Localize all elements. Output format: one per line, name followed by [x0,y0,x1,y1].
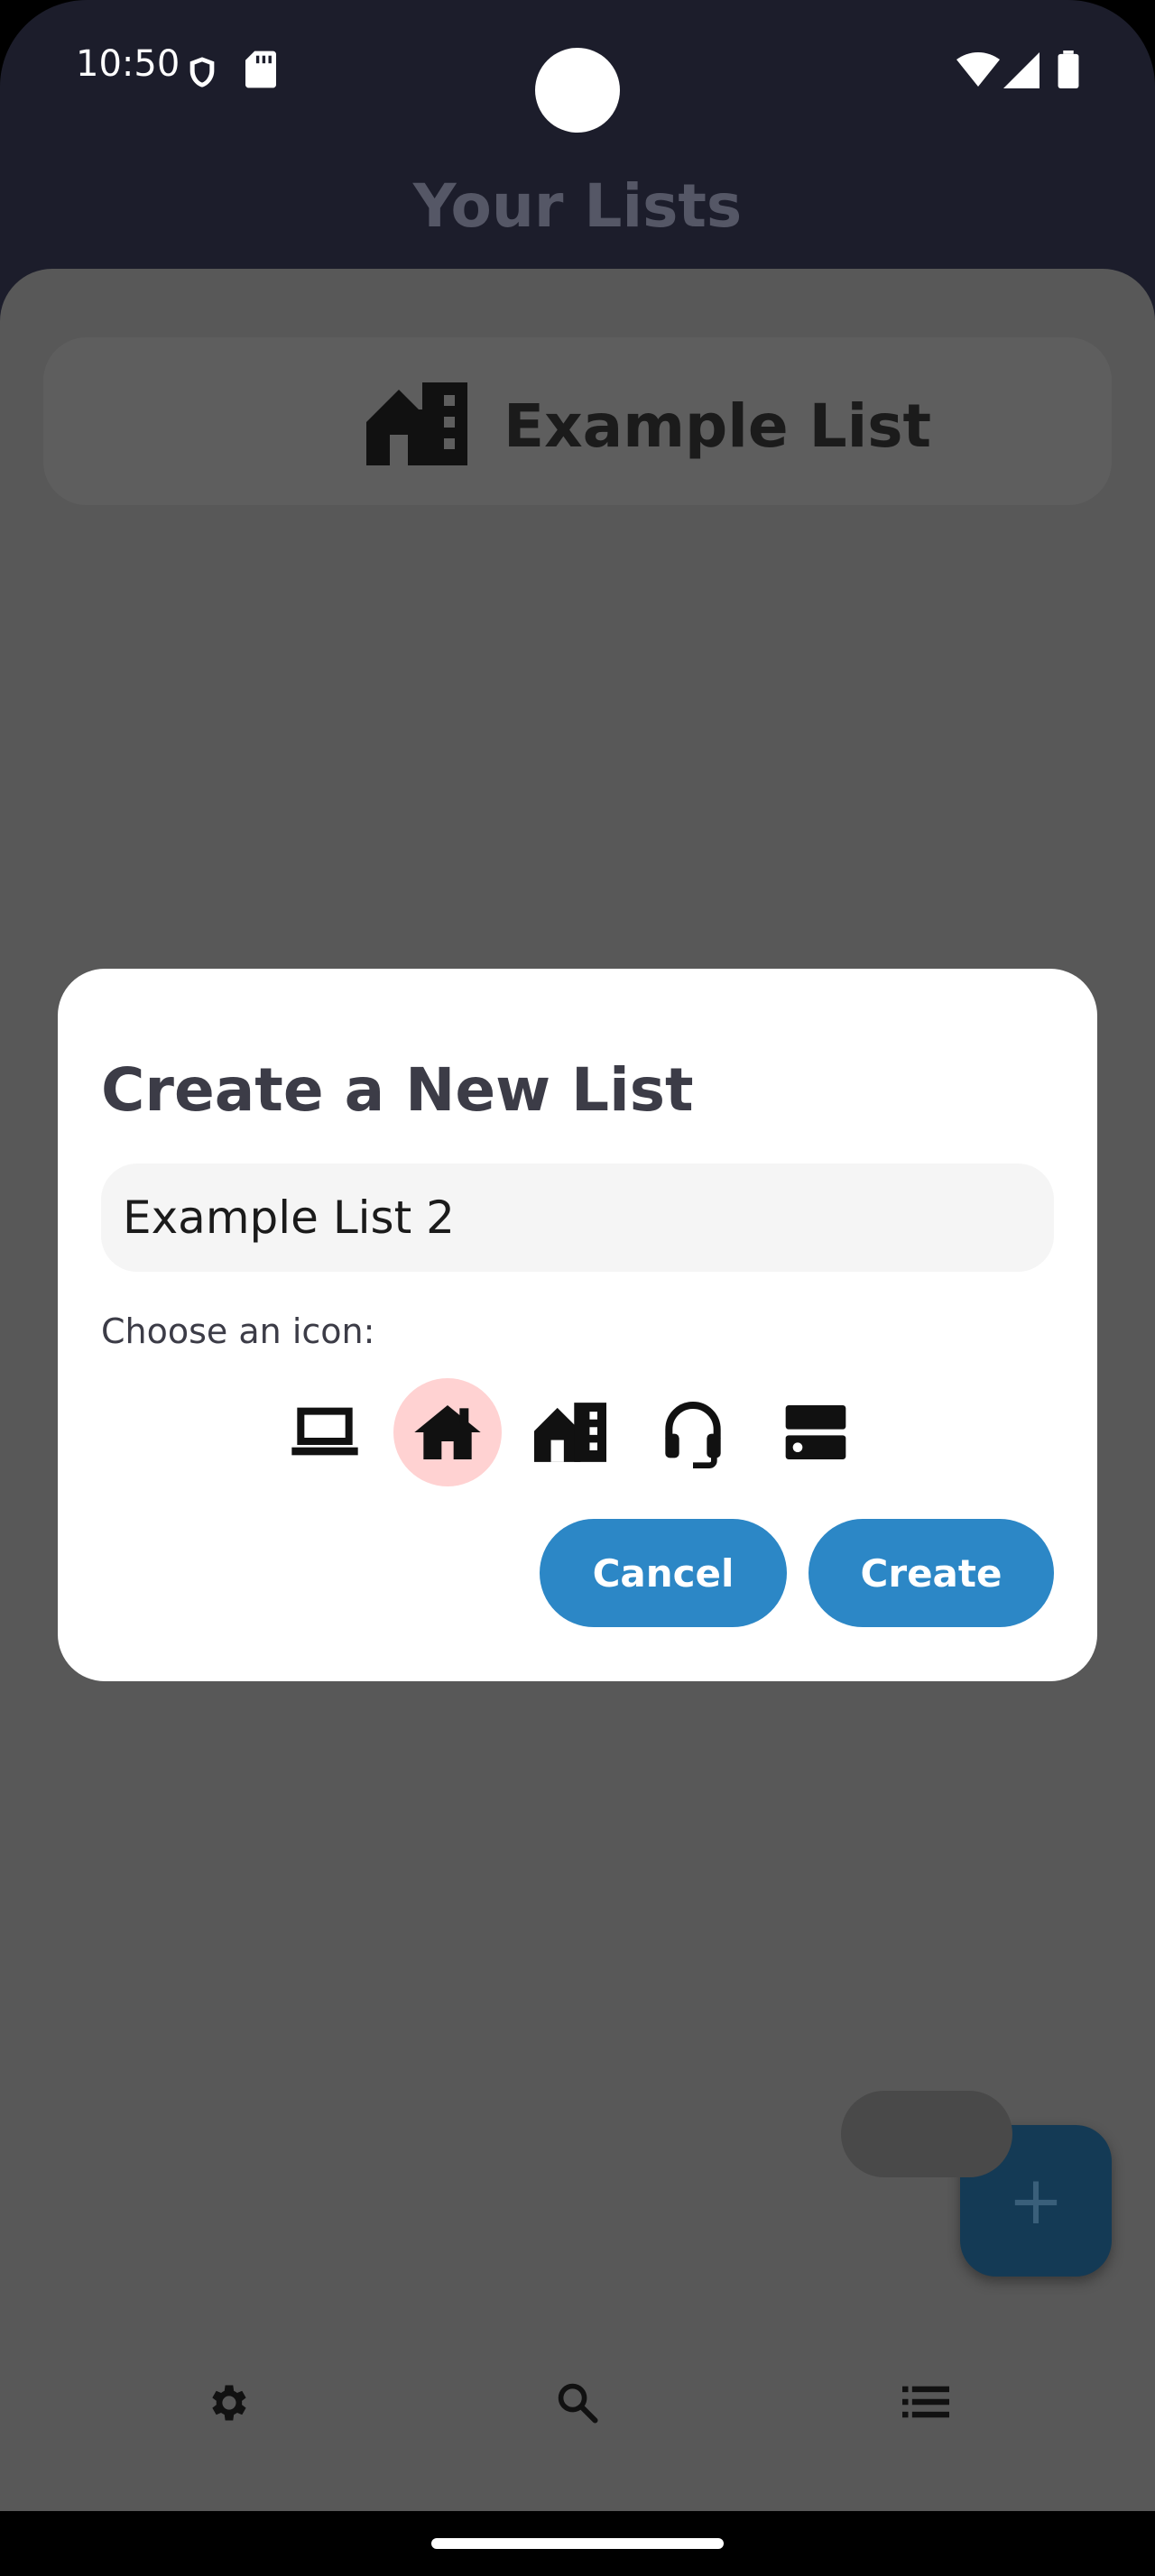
list-name-input[interactable] [101,1164,1054,1272]
battery-icon [1058,51,1079,93]
icon-option-storage[interactable] [762,1378,870,1486]
dialog-title: Create a New List [101,1055,694,1125]
icon-option-laptop[interactable] [271,1378,379,1486]
cancel-button[interactable]: Cancel [540,1519,787,1627]
home-indicator[interactable] [431,2538,724,2549]
gear-icon[interactable] [204,2379,251,2431]
create-list-dialog: Create a New List Choose an icon: [58,969,1097,1681]
sd-card-icon [245,51,276,93]
nav-active-indicator [841,2091,1012,2177]
icon-option-home[interactable] [393,1378,502,1486]
list-icon[interactable] [902,2381,949,2427]
search-icon[interactable] [554,2379,601,2431]
list-item-label: Example List [504,391,932,461]
icon-option-apartment[interactable] [516,1378,624,1486]
choose-icon-label: Choose an icon: [101,1311,375,1351]
app-screen: 10:50 Your Lists Example List + Create a… [0,0,1155,2511]
create-button[interactable]: Create [808,1519,1054,1627]
device-frame: 10:50 Your Lists Example List + Create a… [0,0,1155,2576]
status-time: 10:50 [76,43,180,85]
status-bar: 10:50 [0,0,1155,135]
page-title: Your Lists [412,171,743,241]
list-item[interactable]: Example List [43,337,1112,505]
wifi-icon [956,52,1000,91]
apartment-icon [366,382,467,470]
signal-icon [1003,52,1040,93]
icon-option-headset[interactable] [639,1378,747,1486]
shield-icon [184,52,220,97]
front-camera [535,48,620,133]
